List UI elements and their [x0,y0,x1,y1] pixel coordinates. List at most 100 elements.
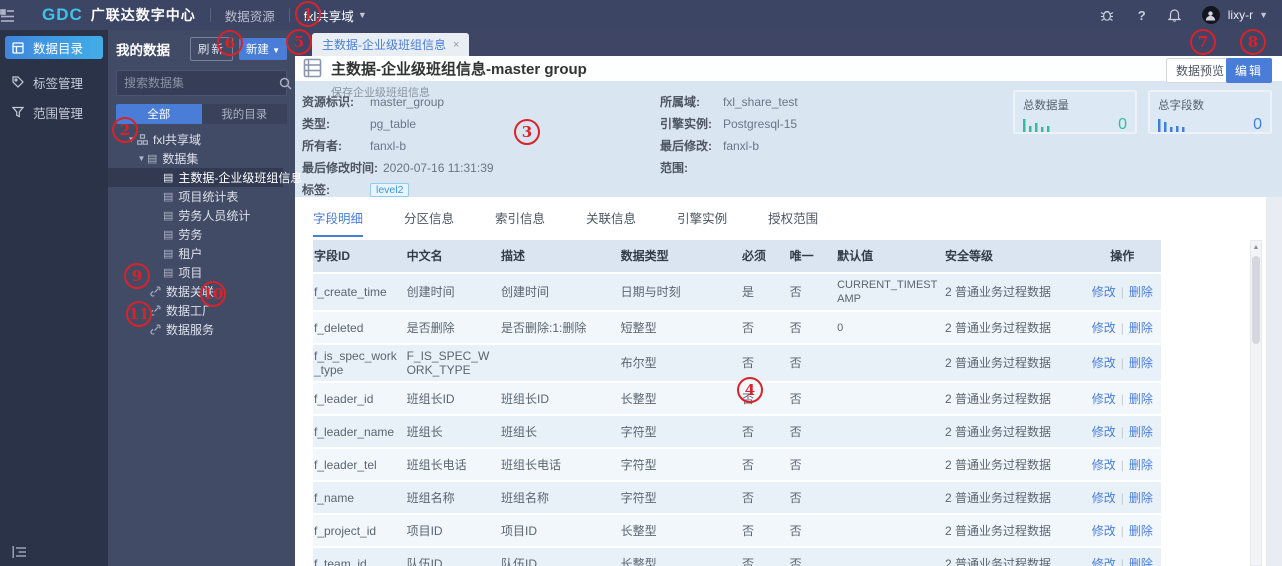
username[interactable]: lixy-r [1228,8,1253,22]
tree-node-dataset[interactable]: ▤ 劳务人员统计 [108,206,295,225]
cell-field-id: f_team_id [314,556,367,566]
delete-row-link[interactable]: 删除 [1129,491,1153,505]
edit-row-link[interactable]: 修改 [1092,321,1116,335]
tree-node-label: fxl共享域 [153,133,202,147]
edit-row-link[interactable]: 修改 [1092,458,1116,472]
tab-relation-info[interactable]: 关联信息 [586,208,636,237]
cell-field-security: 2 普通业务过程数据 [945,556,1052,566]
scroll-up-icon[interactable]: ▲ [1251,241,1261,254]
meta-value: 2020-07-16 11:31:39 [383,161,494,175]
sidebar-item-label: 标签管理 [33,76,84,91]
delete-row-link[interactable]: 删除 [1129,557,1153,566]
edit-row-link[interactable]: 修改 [1092,425,1116,439]
open-document-tab[interactable]: 主数据-企业级班组信息 × [312,33,470,56]
scrollbar-thumb[interactable] [1252,256,1260,344]
bell-icon[interactable] [1167,8,1184,22]
search-input[interactable] [124,76,279,90]
left-sidebar: 数据目录 标签管理 范围管理 [0,30,108,566]
funnel-icon [12,106,25,118]
tree-node-dataset-group[interactable]: ▼ ▤ 数据集 [108,149,295,168]
header-cell: 中文名 [406,249,443,263]
divider [288,8,290,22]
help-icon[interactable]: ? [1134,8,1150,23]
cell-field-default [836,395,944,403]
meta-label: 最后修改时间: [302,161,378,175]
cell-field-id: f_create_time [314,285,387,299]
stat-card-total-fields: 总字段数 0 [1148,90,1272,134]
cell-field-id: f_deleted [314,320,364,335]
document-tabstrip: 主数据-企业级班组信息 × [295,30,1282,56]
cell-field-default [836,560,944,566]
delete-row-link[interactable]: 删除 [1129,425,1153,439]
cell-field-name: 队伍ID [406,556,443,566]
cell-field-name: 是否删除 [406,320,455,335]
bug-icon[interactable] [1100,8,1116,22]
cell-field-required: 是 [742,285,755,299]
cell-field-name: F_IS_SPEC_WORK_TYPE [406,349,490,377]
edit-row-link[interactable]: 修改 [1092,356,1116,370]
avatar[interactable] [1201,6,1220,24]
app-menu-icon[interactable] [0,8,30,22]
delete-row-link[interactable]: 删除 [1129,356,1153,370]
edit-button[interactable]: 编辑 [1225,58,1272,83]
cell-field-default [836,359,944,367]
new-button[interactable]: 新建 ▼ [238,38,287,60]
op-separator: | [1120,320,1124,335]
cell-field-security: 2 普通业务过程数据 [945,490,1052,505]
dataset-search-box[interactable] [116,70,292,96]
edit-row-link[interactable]: 修改 [1092,285,1116,299]
cell-operations: 修改 | 删除 [1083,317,1161,339]
tab-field-detail[interactable]: 字段明细 [313,208,364,237]
data-preview-button[interactable]: 数据预览 [1165,58,1234,83]
delete-row-link[interactable]: 删除 [1129,458,1153,472]
sidebar-item-scope-management[interactable]: 范围管理 [0,97,108,127]
tab-partition-info[interactable]: 分区信息 [404,208,454,237]
close-tab-icon[interactable]: × [453,39,459,51]
tree-node-label: 劳务 [178,228,203,242]
table-scrollbar[interactable]: ▲ [1250,240,1262,566]
edit-row-link[interactable]: 修改 [1092,392,1116,406]
tab-engine-instance[interactable]: 引擎实例 [677,208,727,237]
delete-row-link[interactable]: 删除 [1129,285,1153,299]
table-row: f_project_id 项目ID 项目ID 长整型 否 否 2 普通业务过程数据 修改 | 删除 [313,515,1161,546]
cell-operations: 修改 | 删除 [1083,352,1161,374]
edit-row-link[interactable]: 修改 [1092,557,1116,566]
field-table-header: 字段ID 中文名 描述 数据类型 必须 唯一 默认值 安全等级 操作 [313,240,1161,272]
tree-node-dataset[interactable]: ▤ 租户 [108,244,295,263]
sidebar-item-label: 数据目录 [33,42,84,56]
expand-caret-icon[interactable]: ▼ [136,154,147,163]
tab-my-catalog[interactable]: 我的目录 [201,104,287,124]
meta-label: 资源标识: [302,95,354,109]
tree-node-dataset[interactable]: ▤ 劳务 [108,225,295,244]
sidebar-item-label: 范围管理 [33,106,84,121]
chevron-down-icon[interactable]: ▼ [358,10,367,20]
meta-left-column: 资源标识: master_group 类型: pg_table 所有者: fanxl-… [302,96,494,206]
edit-row-link[interactable]: 修改 [1092,524,1116,538]
edit-row-link[interactable]: 修改 [1092,491,1116,505]
user-chevron-down-icon[interactable]: ▼ [1259,10,1268,20]
cell-field-security: 2 普通业务过程数据 [945,424,1052,439]
header-cell: 必须 [742,249,767,263]
tree-node-dataset[interactable]: ▤ 项目统计表 [108,187,295,206]
gdc-logo: GDC [42,5,83,24]
tag-level2-chip[interactable]: level2 [370,183,410,197]
cell-field-required: 否 [742,523,755,538]
menu-data-resource[interactable]: 数据资源 [225,6,275,25]
cell-field-unique: 否 [789,523,802,538]
search-icon[interactable] [279,77,292,90]
cell-field-type: 短整型 [620,320,657,335]
sidebar-item-data-catalog[interactable]: 数据目录 [5,36,103,59]
delete-row-link[interactable]: 删除 [1129,321,1153,335]
sidebar-item-tag-management[interactable]: 标签管理 [0,67,108,97]
delete-row-link[interactable]: 删除 [1129,524,1153,538]
tree-node-label: 项目 [178,266,203,280]
tab-index-info[interactable]: 索引信息 [495,208,545,237]
cell-operations: 修改 | 删除 [1083,454,1161,476]
cell-field-unique: 否 [789,320,802,335]
collapse-sidebar-icon[interactable] [12,546,27,558]
cell-field-id: f_leader_id [314,391,374,406]
tab-auth-scope[interactable]: 授权范围 [768,208,818,237]
cell-field-name: 班组长ID [406,391,455,406]
tree-node-dataset-selected[interactable]: ▤ 主数据-企业级班组信息 [108,168,302,187]
delete-row-link[interactable]: 删除 [1129,392,1153,406]
